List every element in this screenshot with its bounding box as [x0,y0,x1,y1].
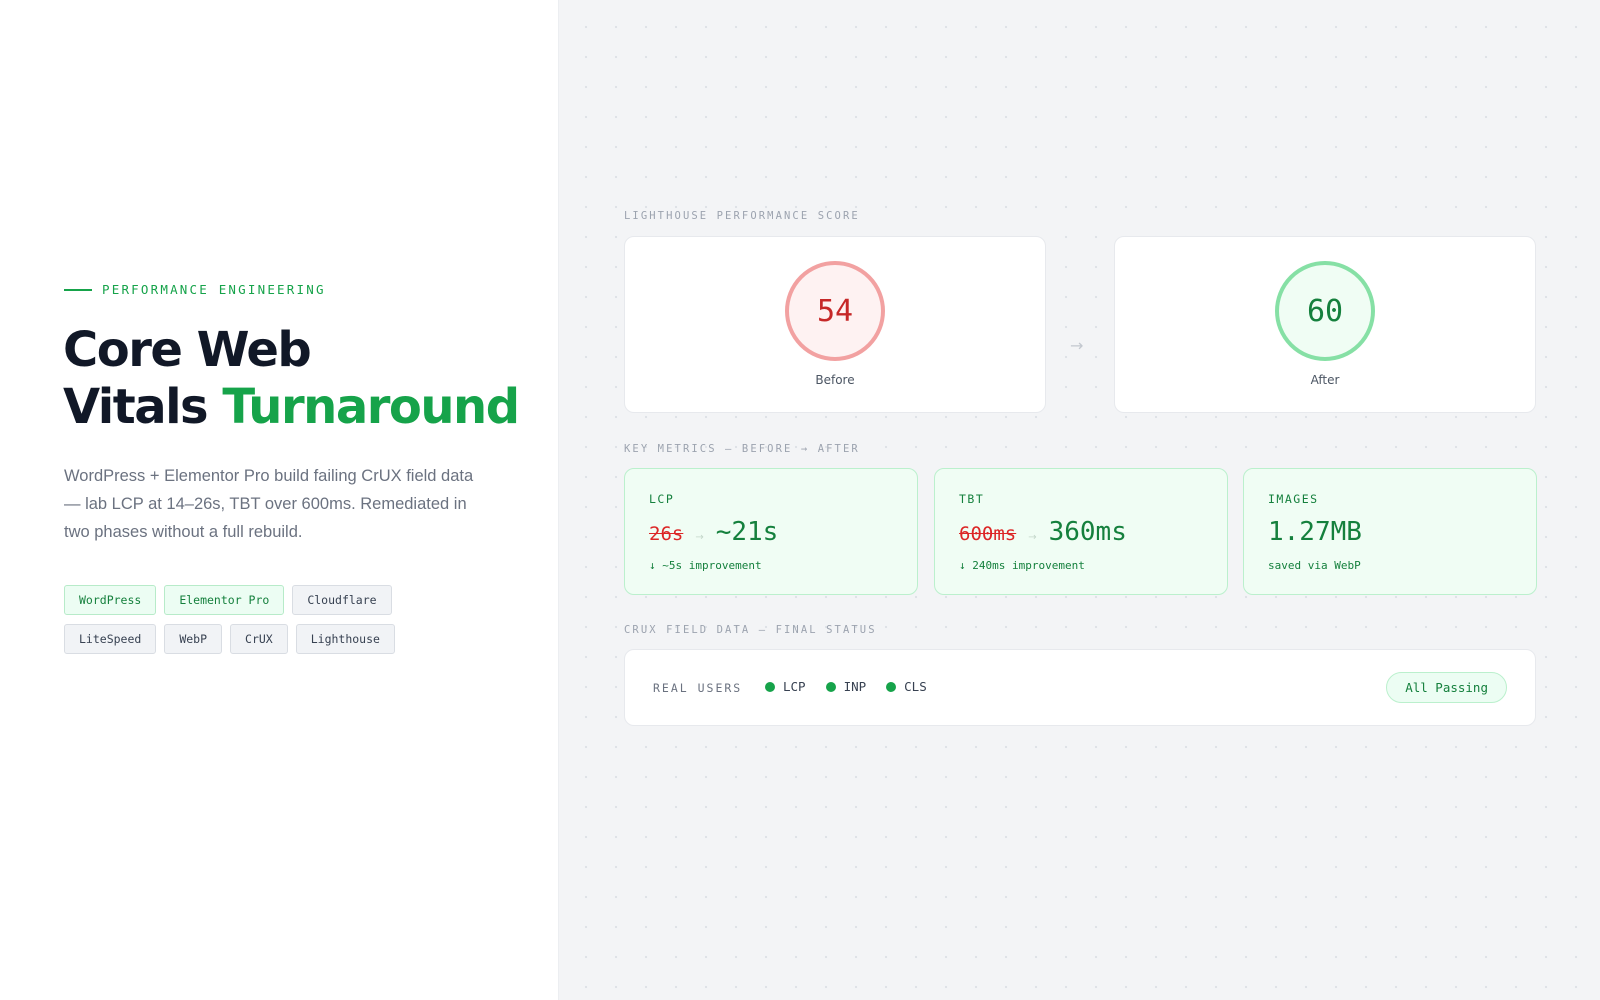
real-users-label: REAL USERS [653,681,743,695]
tag-elementor-pro: Elementor Pro [164,585,285,615]
vitals-list: LCP INP CLS [765,679,927,694]
tag-wordpress: WordPress [64,585,157,615]
vital-lcp: LCP [765,679,806,694]
title-line-2: Vitals [63,379,223,435]
eyebrow-text: PERFORMANCE ENGINEERING [102,282,326,297]
arrow-right-icon: → [1028,532,1037,543]
tech-tags: WordPress Elementor Pro Cloudflare LiteS… [64,585,484,654]
crux-status-card: REAL USERS LCP INP CLS All Passing [624,649,1536,726]
metric-card-images: IMAGES 1.27MB saved via WebP [1243,468,1537,595]
score-section-label: LIGHTHOUSE PERFORMANCE SCORE [624,210,860,222]
score-caption-after: After [1310,373,1340,387]
vital-label: INP [843,679,867,694]
metrics-section-label: KEY METRICS — BEFORE → AFTER [624,443,860,455]
vital-cls: CLS [886,679,927,694]
metric-after: 1.27MB [1268,517,1362,547]
page-title: Core Web Vitals Turnaround [63,322,520,436]
eyebrow-line [64,288,92,291]
metric-note: ↓ ~5s improvement [649,559,762,572]
metric-note: saved via WebP [1268,559,1361,572]
metric-values: 1.27MB [1268,517,1362,547]
metric-name: LCP [649,492,675,506]
status-badge: All Passing [1386,672,1507,703]
metric-before: 600ms [959,523,1017,545]
metric-name: IMAGES [1268,492,1319,506]
status-dot-icon [765,681,775,692]
score-card-after: 60 After [1114,236,1536,413]
crux-section-label: CRUX FIELD DATA — FINAL STATUS [624,624,877,636]
left-panel: PERFORMANCE ENGINEERING Core Web Vitals … [0,0,558,1000]
arrow-right-icon: → [695,532,704,543]
vital-label: CLS [904,679,927,694]
description: WordPress + Elementor Pro build failing … [64,467,474,541]
vital-inp: INP [825,679,867,694]
metric-name: TBT [959,492,985,506]
title-line-1: Core Web [63,322,312,378]
status-dot-icon [825,681,836,692]
metric-after: ~21s [715,517,779,547]
eyebrow: PERFORMANCE ENGINEERING [64,282,326,297]
tag-webp: WebP [164,624,223,654]
score-caption-before: Before [815,373,855,387]
tag-cloudflare: Cloudflare [292,585,392,615]
status-dot-icon [886,681,897,692]
score-card-before: 54 Before [624,236,1046,413]
tag-lighthouse: Lighthouse [295,624,395,654]
tag-crux: CrUX [230,624,288,654]
score-ring-after: 60 [1275,261,1375,361]
metric-note: ↓ 240ms improvement [959,559,1085,572]
metric-card-tbt: TBT 600ms → 360ms ↓ 240ms improvement [934,468,1228,595]
metric-after: 360ms [1048,517,1127,547]
metric-card-lcp: LCP 26s → ~21s ↓ ~5s improvement [624,468,918,595]
arrow-right-icon: → [1070,336,1084,355]
vital-label: LCP [783,679,806,694]
metric-values: 600ms → 360ms [959,517,1127,547]
title-accent: Turnaround [222,379,520,435]
metric-before: 26s [649,523,684,545]
tag-litespeed: LiteSpeed [64,624,157,654]
metric-values: 26s → ~21s [649,517,778,547]
score-ring-before: 54 [785,261,885,361]
